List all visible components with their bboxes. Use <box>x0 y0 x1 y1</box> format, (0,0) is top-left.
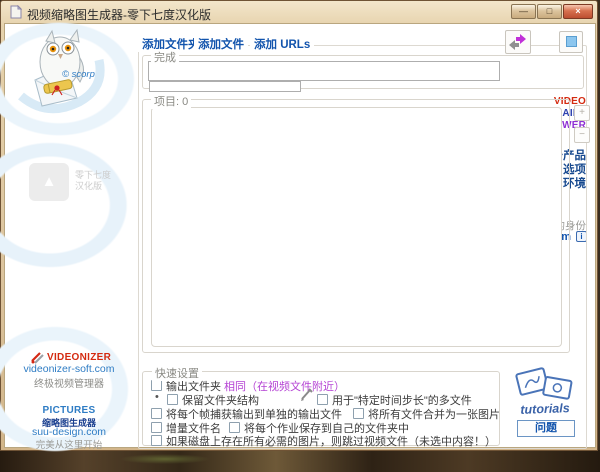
skip-existing-label: 如果磁盘上存在所有必需的图片，则跳过视频文件（未选中内容！） <box>166 433 496 449</box>
pencil-icon <box>299 388 314 402</box>
skip-existing-checkbox[interactable] <box>151 435 162 446</box>
swirl-decoration <box>0 120 155 290</box>
maximize-button[interactable]: □ <box>537 4 562 19</box>
videonizer-link[interactable]: videonizer-soft.com <box>5 363 133 375</box>
pictures-title: PICTURES <box>5 405 133 416</box>
run-button[interactable] <box>505 30 531 54</box>
stop-square-icon <box>566 36 577 47</box>
incremental-name-checkbox[interactable] <box>151 422 162 433</box>
transfer-arrows-icon <box>506 40 530 57</box>
titlebar[interactable]: 视频缩略图生成器-零下七度汉化版 — □ × <box>1 1 597 23</box>
pictures-tagline: 完美从这里开始 <box>5 437 133 451</box>
time-step-multi-checkbox[interactable] <box>317 394 328 405</box>
client-area: © scorp VIDEO THUMBNAILS MAKER + VIEWER … <box>4 23 596 448</box>
screen: 视频缩略图生成器-零下七度汉化版 — □ × <box>0 0 600 472</box>
tutorials-label[interactable]: tutorials <box>508 401 582 418</box>
keep-structure-checkbox[interactable] <box>167 394 178 405</box>
translation-badge: 零下七度 汉化版 <box>75 170 111 192</box>
output-folder-checkbox[interactable] <box>151 380 162 391</box>
add-urls-link[interactable]: 添加 URLs <box>250 36 314 52</box>
videonizer-subtitle: 终极视频管理器 <box>5 375 133 390</box>
merge-all-checkbox[interactable] <box>353 408 364 419</box>
item-add-button[interactable]: + <box>574 105 590 121</box>
update-arrow-button[interactable]: ▲ <box>29 163 69 201</box>
job-own-folder-checkbox[interactable] <box>229 422 240 433</box>
tutorials-logo[interactable] <box>510 366 580 404</box>
app-icon <box>9 5 22 19</box>
progress-bar-current <box>149 81 301 92</box>
progress-bar-total <box>148 61 500 81</box>
up-arrow-icon: ▲ <box>42 173 57 190</box>
videonizer-icon <box>31 351 45 363</box>
done-label: 完成 <box>151 49 179 65</box>
minimize-button[interactable]: — <box>511 4 536 19</box>
stop-button[interactable] <box>559 31 583 53</box>
separate-output-checkbox[interactable] <box>151 408 162 419</box>
videonizer-title: VIDEONIZER <box>47 352 111 363</box>
window-title: 视频缩略图生成器-零下七度汉化版 <box>27 6 211 23</box>
questions-button[interactable]: 问题 <box>517 420 575 437</box>
copyright-label: © scorp <box>62 69 95 80</box>
item-remove-button[interactable]: − <box>574 127 590 143</box>
desktop-wallpaper <box>0 450 600 472</box>
app-window: 视频缩略图生成器-零下七度汉化版 — □ × <box>0 0 598 451</box>
bullet-icon: • <box>155 391 159 403</box>
items-count-label: 项目: 0 <box>151 93 191 109</box>
quick-settings-title: 快速设置 <box>152 365 202 381</box>
add-files-link[interactable]: 添加文件 <box>194 36 248 52</box>
close-button[interactable]: × <box>563 4 593 19</box>
items-listbox[interactable] <box>151 107 562 347</box>
